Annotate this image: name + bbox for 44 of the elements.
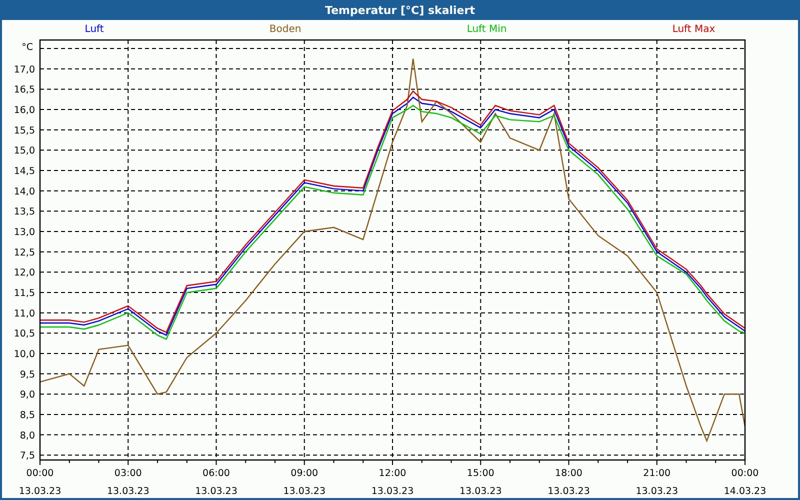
x-tick-label: 18:00 (555, 468, 582, 479)
y-tick-label: 16,0 (14, 105, 35, 116)
date-label: 13.03.23 (283, 486, 326, 497)
y-tick-label: 13,0 (14, 227, 35, 238)
date-label: 14.03.23 (724, 486, 766, 497)
date-label: 13.03.23 (459, 486, 502, 497)
date-label: 13.03.23 (18, 486, 62, 497)
legend-label: Boden (269, 24, 302, 34)
date-label: 13.03.23 (636, 486, 678, 497)
y-tick-label: 12,0 (14, 268, 35, 279)
x-tick-label: 21:00 (643, 468, 671, 479)
x-tick-label: 15:00 (466, 468, 494, 479)
window-title: Temperatur [°C] skaliert (325, 4, 475, 16)
y-tick-label: 7,5 (20, 450, 35, 462)
x-tick-label: 00:00 (731, 468, 759, 479)
x-tick-label: 12:00 (378, 468, 406, 479)
y-tick-label: 14,0 (14, 186, 35, 198)
date-label: 13.03.23 (371, 486, 414, 497)
y-tick-label: 10,0 (14, 348, 35, 360)
y-tick-label: 9,5 (20, 369, 35, 380)
y-tick-label: 17,0 (14, 64, 35, 76)
y-tick-label: 11,5 (14, 288, 35, 299)
y-tick-label: 10,5 (14, 328, 35, 340)
y-tick-label: 16,5 (14, 84, 35, 96)
y-tick-label: 8,5 (20, 410, 35, 421)
y-tick-label: 12,5 (14, 247, 35, 258)
y-tick-label: 15,5 (14, 125, 35, 136)
y-tick-label: 8,0 (20, 430, 35, 442)
y-tick-label: 15,0 (14, 146, 35, 157)
y-tick-label: 9,0 (20, 390, 35, 401)
x-tick-label: 06:00 (202, 468, 230, 479)
x-tick-label: 00:00 (26, 468, 54, 479)
date-label: 13.03.23 (195, 486, 238, 497)
y-tick-label: 14,5 (14, 166, 35, 178)
y-tick-label: 11,0 (14, 308, 35, 320)
legend-label: Luft Max (672, 24, 716, 34)
date-label: 13.03.23 (548, 486, 590, 497)
y-tick-label: 13,5 (14, 206, 35, 218)
legend-label: Luft Min (466, 24, 507, 34)
x-tick-label: 09:00 (290, 468, 318, 479)
legend-label: Luft (84, 24, 104, 34)
x-tick-label: 03:00 (114, 468, 142, 479)
axis-unit-label: °C (22, 42, 33, 53)
date-label: 13.03.23 (106, 486, 150, 497)
